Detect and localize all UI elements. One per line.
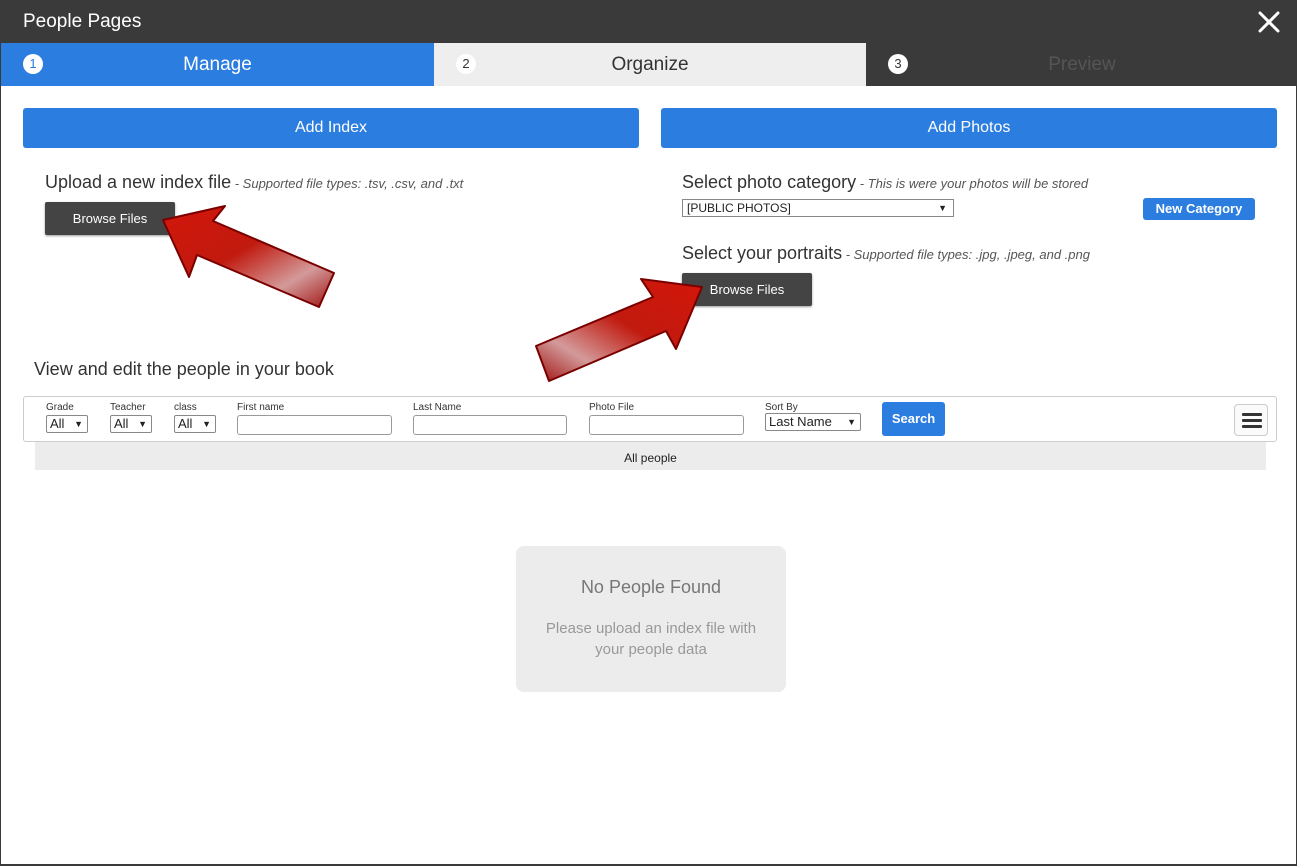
last-name-input[interactable] <box>413 415 567 435</box>
tab-label: Organize <box>611 54 689 75</box>
photo-category-title: Select photo category <box>682 172 857 192</box>
dropdown-arrow-icon: ▼ <box>938 203 947 213</box>
browse-portraits-button[interactable]: Browse Files <box>682 273 812 306</box>
last-name-filter: Last Name <box>413 403 567 435</box>
teacher-filter-label: Teacher <box>110 402 146 413</box>
class-filter-label: class <box>174 402 197 413</box>
grade-filter-label: Grade <box>46 402 74 413</box>
dropdown-arrow-icon: ▼ <box>202 419 211 429</box>
title-bar: People Pages <box>1 1 1297 43</box>
people-filter-bar: Grade All ▼ Teacher All ▼ class All ▼ First… <box>23 396 1277 442</box>
portraits-title: Select your portraits <box>682 243 843 263</box>
teacher-filter: Teacher All ▼ <box>110 403 152 433</box>
photo-category-select[interactable]: [PUBLIC PHOTOS] ▼ <box>682 199 954 217</box>
menu-bar <box>1242 413 1262 416</box>
add-photos-button[interactable]: Add Photos <box>661 108 1277 148</box>
people-section-heading: View and edit the people in your book <box>34 359 334 379</box>
tab-organize[interactable]: 2 Organize <box>434 43 866 86</box>
sort-by-filter: Sort By Last Name ▼ <box>765 403 861 433</box>
empty-state-panel: No People Found Please upload an index f… <box>516 546 786 692</box>
grade-select-value: All <box>50 416 65 431</box>
dialog-title: People Pages <box>23 11 142 32</box>
red-arrow-icon <box>162 205 335 308</box>
menu-bar <box>1242 425 1262 428</box>
upload-index-title: Upload a new index file <box>45 172 232 192</box>
grade-select[interactable]: All ▼ <box>46 415 88 433</box>
menu-bar <box>1242 419 1262 422</box>
dropdown-arrow-icon: ▼ <box>847 417 856 427</box>
tab-label: Manage <box>183 54 252 75</box>
class-select[interactable]: All ▼ <box>174 415 216 433</box>
class-filter: class All ▼ <box>174 403 216 433</box>
people-group-header: All people <box>35 442 1266 470</box>
portraits-note: - Supported file types: .jpg, .jpeg, and… <box>842 247 1090 262</box>
photo-category-heading: Select photo category - This is were you… <box>682 172 1088 193</box>
photo-file-filter: Photo File <box>589 403 744 435</box>
new-category-button[interactable]: New Category <box>1143 198 1255 220</box>
last-name-label: Last Name <box>413 402 462 413</box>
first-name-filter: First name <box>237 403 392 435</box>
teacher-select-value: All <box>114 416 129 431</box>
empty-state-title: No People Found <box>580 577 722 597</box>
dropdown-arrow-icon: ▼ <box>74 419 83 429</box>
teacher-select[interactable]: All ▼ <box>110 415 152 433</box>
people-pages-dialog: People Pages 1 Manage 2 Organize 3 Previ… <box>0 0 1297 865</box>
portraits-heading: Select your portraits - Supported file t… <box>682 243 1090 264</box>
photo-category-note: - This is were your photos will be store… <box>856 176 1089 191</box>
upload-index-note: - Supported file types: .tsv, .csv, and … <box>231 176 464 191</box>
sort-by-select[interactable]: Last Name ▼ <box>765 413 861 431</box>
sort-by-value: Last Name <box>769 414 832 429</box>
first-name-input[interactable] <box>237 415 392 435</box>
upload-index-heading: Upload a new index file - Supported file… <box>45 172 463 193</box>
browse-index-files-button[interactable]: Browse Files <box>45 202 175 235</box>
empty-state-message: Please upload an index file with your pe… <box>545 620 757 658</box>
search-button[interactable]: Search <box>882 402 945 436</box>
first-name-label: First name <box>237 402 285 413</box>
close-icon[interactable] <box>1254 7 1284 37</box>
dropdown-arrow-icon: ▼ <box>138 419 147 429</box>
class-select-value: All <box>178 416 193 431</box>
photo-category-value: [PUBLIC PHOTOS] <box>687 201 791 215</box>
hamburger-menu-icon[interactable] <box>1234 404 1268 436</box>
tab-preview: 3 Preview <box>866 43 1297 86</box>
photo-file-input[interactable] <box>589 415 744 435</box>
tab-label: Preview <box>1048 54 1116 75</box>
grade-filter: Grade All ▼ <box>46 403 88 433</box>
photo-file-label: Photo File <box>589 402 635 413</box>
tab-manage[interactable]: 1 Manage <box>1 43 434 86</box>
red-arrow-icon <box>535 278 703 382</box>
step-tabs: 1 Manage 2 Organize 3 Preview <box>1 43 1297 86</box>
add-index-button[interactable]: Add Index <box>23 108 639 148</box>
